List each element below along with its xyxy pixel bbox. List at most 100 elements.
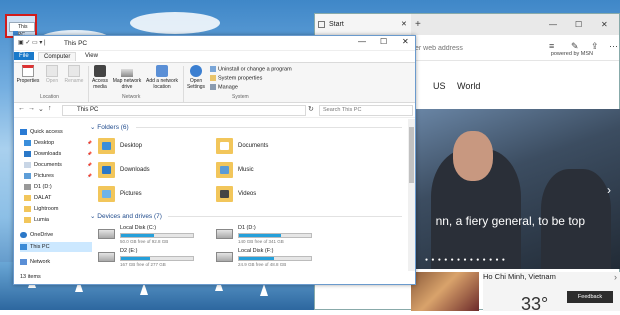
browser-tab-start[interactable]: Start ✕ xyxy=(315,14,411,35)
uninstall-program-button[interactable]: Uninstall or change a program xyxy=(210,66,292,73)
nav-item-pictures[interactable]: Pictures 📌 xyxy=(24,171,96,181)
news-headline[interactable]: nn, a fiery general, to be top xyxy=(411,214,620,228)
open-button[interactable]: Open xyxy=(44,65,60,84)
nav-item-desktop[interactable]: Desktop 📌 xyxy=(24,138,96,148)
carousel-dots[interactable]: ● ● ● ● ● ● ● ● ● ● ● ● ● xyxy=(425,257,506,263)
folder-desktop[interactable]: Desktop xyxy=(98,137,208,157)
chevron-right-icon[interactable]: › xyxy=(614,272,617,282)
minimize-icon[interactable]: — xyxy=(358,37,366,46)
windows-drive-icon xyxy=(98,229,115,239)
drive-f[interactable]: Local Disk (F:) 24.9 GB free of 48.8 GB xyxy=(216,248,326,270)
weather-location: Ho Chi Minh, Vietnam xyxy=(483,272,556,281)
star-icon xyxy=(20,128,27,135)
open-settings-button[interactable]: Open Settings xyxy=(185,65,207,90)
news-thumbnail[interactable] xyxy=(411,272,479,311)
nav-this-pc[interactable]: This PC xyxy=(20,242,92,252)
drive-icon xyxy=(24,183,31,190)
drive-name: Local Disk (F:) xyxy=(238,248,274,254)
tab-page-icon xyxy=(318,21,325,28)
drive-e[interactable]: D2 (E:) 167 GB free of 277 GB xyxy=(98,248,208,270)
drive-d[interactable]: D1 (D:) 140 GB free of 341 GB xyxy=(216,225,326,247)
nav-item-d1[interactable]: D1 (D:) xyxy=(24,182,96,192)
add-network-location-button[interactable]: Add a network location xyxy=(144,65,180,90)
group-label-location: Location xyxy=(40,94,59,100)
nav-label: DALAT xyxy=(34,195,52,201)
breadcrumb[interactable]: This PC xyxy=(77,107,98,113)
nav-item-world[interactable]: World xyxy=(457,81,480,91)
properties-button[interactable]: Properties xyxy=(16,65,40,84)
nav-item-downloads[interactable]: Downloads 📌 xyxy=(24,149,96,159)
content-pane: Folders (6) Desktop Documents Downloads … xyxy=(96,119,408,271)
news-hero-image[interactable]: nn, a fiery general, to be top ● ● ● ● ●… xyxy=(411,109,620,269)
new-tab-icon[interactable]: + xyxy=(415,14,421,35)
folder-label: Downloads xyxy=(120,167,150,173)
system-properties-button[interactable]: System properties xyxy=(210,75,262,82)
forward-icon[interactable]: → xyxy=(28,105,35,112)
drive-c[interactable]: Local Disk (C:) 50.0 GB free of 92.8 GB xyxy=(98,225,208,247)
tab-view[interactable]: View xyxy=(80,52,103,60)
map-network-drive-button[interactable]: Map network drive xyxy=(112,65,142,90)
section-folders-header[interactable]: Folders (6) xyxy=(90,123,128,131)
nav-item-lightroom[interactable]: Lightroom xyxy=(24,204,96,214)
drive-usage-fill xyxy=(239,257,275,260)
address-path-box[interactable]: This PC xyxy=(62,105,306,116)
nav-label: Pictures xyxy=(34,173,54,179)
tab-file[interactable]: File xyxy=(14,52,34,60)
minimize-icon[interactable]: — xyxy=(549,14,557,35)
folder-music[interactable]: Music xyxy=(216,161,326,181)
folder-documents[interactable]: Documents xyxy=(216,137,326,157)
pictures-folder-icon xyxy=(98,186,115,202)
address-input[interactable] xyxy=(415,41,535,55)
section-devices-header[interactable]: Devices and drives (7) xyxy=(90,212,162,220)
vertical-scrollbar[interactable] xyxy=(408,119,415,271)
search-input[interactable]: Search This PC xyxy=(319,105,413,116)
close-icon[interactable]: ✕ xyxy=(601,14,608,35)
more-icon[interactable]: ⋯ xyxy=(609,41,618,52)
carousel-next-icon[interactable]: › xyxy=(607,183,611,197)
folder-label: Videos xyxy=(238,191,257,197)
rename-button[interactable]: Rename xyxy=(64,65,84,84)
manage-button[interactable]: Manage xyxy=(210,84,238,91)
nav-onedrive[interactable]: OneDrive xyxy=(20,230,92,240)
tab-computer[interactable]: Computer xyxy=(38,52,77,61)
folder-label: Documents xyxy=(238,143,269,149)
drive-space: 167 GB free of 277 GB xyxy=(120,262,166,267)
close-tab-icon[interactable]: ✕ xyxy=(401,14,407,35)
nav-item-documents[interactable]: Documents 📌 xyxy=(24,160,96,170)
desktop-icon xyxy=(24,139,31,146)
status-bar: 13 items xyxy=(20,274,41,280)
drive-icon xyxy=(216,252,233,262)
nav-item-us[interactable]: US xyxy=(433,81,446,91)
nav-quick-access[interactable]: Quick access xyxy=(20,127,92,137)
back-icon[interactable]: ← xyxy=(18,105,25,112)
maximize-icon[interactable]: ☐ xyxy=(575,14,582,35)
access-media-button[interactable]: Access media xyxy=(90,65,110,90)
folder-videos[interactable]: Videos xyxy=(216,185,326,205)
pin-icon: 📌 xyxy=(87,140,92,145)
drive-icon xyxy=(98,252,115,262)
maximize-icon[interactable]: ☐ xyxy=(380,37,387,46)
drive-space: 140 GB free of 341 GB xyxy=(238,239,284,244)
reading-list-icon[interactable]: ≡ xyxy=(549,41,554,51)
drive-space: 50.0 GB free of 92.8 GB xyxy=(120,239,169,244)
up-icon[interactable]: ↑ xyxy=(48,105,52,112)
nav-item-dalat[interactable]: DALAT xyxy=(24,193,96,203)
drive-name: D1 (D:) xyxy=(238,225,256,231)
weather-temperature: 33° xyxy=(521,294,549,314)
feedback-button[interactable]: Feedback xyxy=(567,291,613,303)
scrollbar-thumb[interactable] xyxy=(409,127,414,183)
close-icon[interactable]: ✕ xyxy=(402,37,409,46)
open-label: Open xyxy=(45,78,59,84)
nav-label: Documents xyxy=(34,162,62,168)
explorer-address-bar: ← → ⌄ ↑ This PC ↻ Search This PC xyxy=(14,103,415,118)
nav-item-lumia[interactable]: Lumia xyxy=(24,215,96,225)
nav-network[interactable]: Network xyxy=(20,257,92,267)
quick-access-toolbar[interactable]: ▣ ✓ ▭ ▾ | xyxy=(18,39,46,46)
rename-label: Rename xyxy=(64,78,84,84)
refresh-icon[interactable]: ↻ xyxy=(308,105,314,113)
chevron-down-icon[interactable]: ⌄ xyxy=(38,105,44,113)
system-properties-icon xyxy=(210,75,216,81)
folder-downloads[interactable]: Downloads xyxy=(98,161,208,181)
cloud xyxy=(130,12,220,34)
folder-pictures[interactable]: Pictures xyxy=(98,185,208,205)
